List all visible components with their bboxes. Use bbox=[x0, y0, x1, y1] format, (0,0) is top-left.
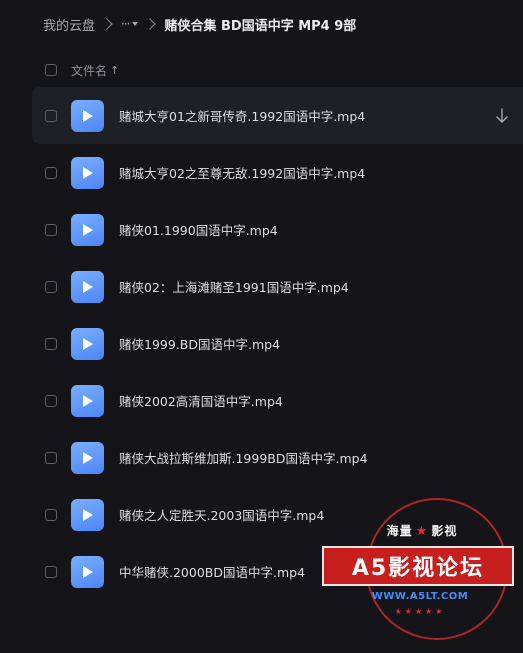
file-checkbox[interactable] bbox=[45, 166, 57, 179]
file-name[interactable]: 赌侠之人定胜天.2003国语中字.mp4 bbox=[119, 505, 324, 524]
file-checkbox[interactable] bbox=[45, 565, 57, 578]
file-row[interactable]: 赌侠1999.BD国语中字.mp4 bbox=[32, 315, 523, 372]
video-play-icon bbox=[71, 213, 104, 246]
file-name[interactable]: 赌侠02：上海滩赌圣1991国语中字.mp4 bbox=[119, 277, 349, 296]
file-name[interactable]: 中华赌侠.2000BD国语中字.mp4 bbox=[119, 562, 305, 581]
chevron-right-icon bbox=[144, 18, 157, 30]
breadcrumb-current-folder: 赌侠合集 BD国语中字 MP4 9部 bbox=[164, 18, 357, 34]
file-name[interactable]: 赌城大亨02之至尊无敌.1992国语中字.mp4 bbox=[119, 163, 365, 182]
watermark-stars: ★★★★★ bbox=[394, 607, 446, 616]
video-play-icon bbox=[71, 384, 104, 417]
breadcrumb-more-label: ··· bbox=[121, 17, 131, 31]
file-checkbox[interactable] bbox=[45, 109, 57, 122]
video-play-icon bbox=[71, 498, 104, 531]
sort-ascending-icon: ↑ bbox=[110, 63, 120, 77]
breadcrumb-more-dropdown[interactable]: ··· bbox=[121, 17, 139, 31]
video-play-icon bbox=[71, 441, 104, 474]
file-checkbox[interactable] bbox=[45, 451, 57, 464]
video-play-icon bbox=[71, 327, 104, 360]
file-row[interactable]: 中华赌侠.2000BD国语中字.mp4 bbox=[32, 543, 523, 600]
file-name[interactable]: 赌侠大战拉斯维加斯.1999BD国语中字.mp4 bbox=[119, 448, 368, 467]
video-play-icon bbox=[71, 99, 104, 132]
download-arrow-icon[interactable] bbox=[494, 107, 510, 124]
file-checkbox[interactable] bbox=[45, 223, 57, 236]
breadcrumb: 我的云盘 ··· 赌侠合集 BD国语中字 MP4 9部 bbox=[43, 12, 356, 36]
file-checkbox[interactable] bbox=[45, 280, 57, 293]
file-name[interactable]: 赌侠1999.BD国语中字.mp4 bbox=[119, 334, 280, 353]
chevron-right-icon bbox=[101, 18, 113, 30]
file-row[interactable]: 赌侠02：上海滩赌圣1991国语中字.mp4 bbox=[32, 258, 523, 315]
video-play-icon bbox=[71, 270, 104, 303]
file-checkbox[interactable] bbox=[45, 394, 57, 407]
file-name[interactable]: 赌侠01.1990国语中字.mp4 bbox=[119, 220, 278, 239]
file-row[interactable]: 赌侠之人定胜天.2003国语中字.mp4 bbox=[32, 486, 523, 543]
file-name[interactable]: 赌城大亨01之新哥传奇.1992国语中字.mp4 bbox=[119, 106, 365, 125]
column-name-label: 文件名 bbox=[71, 63, 108, 78]
file-checkbox[interactable] bbox=[45, 337, 57, 350]
file-list-header: 文件名 ↑ bbox=[45, 60, 119, 80]
breadcrumb-root-link[interactable]: 我的云盘 bbox=[43, 15, 95, 34]
video-play-icon bbox=[71, 156, 104, 189]
file-name[interactable]: 赌侠2002高清国语中字.mp4 bbox=[119, 391, 283, 410]
file-row[interactable]: 赌侠2002高清国语中字.mp4 bbox=[32, 372, 523, 429]
file-checkbox[interactable] bbox=[45, 508, 57, 521]
video-play-icon bbox=[71, 555, 104, 588]
file-row[interactable]: 赌侠大战拉斯维加斯.1999BD国语中字.mp4 bbox=[32, 429, 523, 486]
caret-down-icon bbox=[132, 22, 139, 26]
file-row[interactable]: 赌城大亨02之至尊无敌.1992国语中字.mp4 bbox=[32, 144, 523, 201]
file-row[interactable]: 赌侠01.1990国语中字.mp4 bbox=[32, 201, 523, 258]
sort-by-name-header[interactable]: 文件名 ↑ bbox=[71, 62, 119, 79]
file-row[interactable]: 赌城大亨01之新哥传奇.1992国语中字.mp4 bbox=[32, 87, 523, 144]
select-all-checkbox[interactable] bbox=[45, 64, 57, 76]
file-list: 赌城大亨01之新哥传奇.1992国语中字.mp4 赌城大亨02之至尊无敌.199… bbox=[32, 87, 523, 600]
